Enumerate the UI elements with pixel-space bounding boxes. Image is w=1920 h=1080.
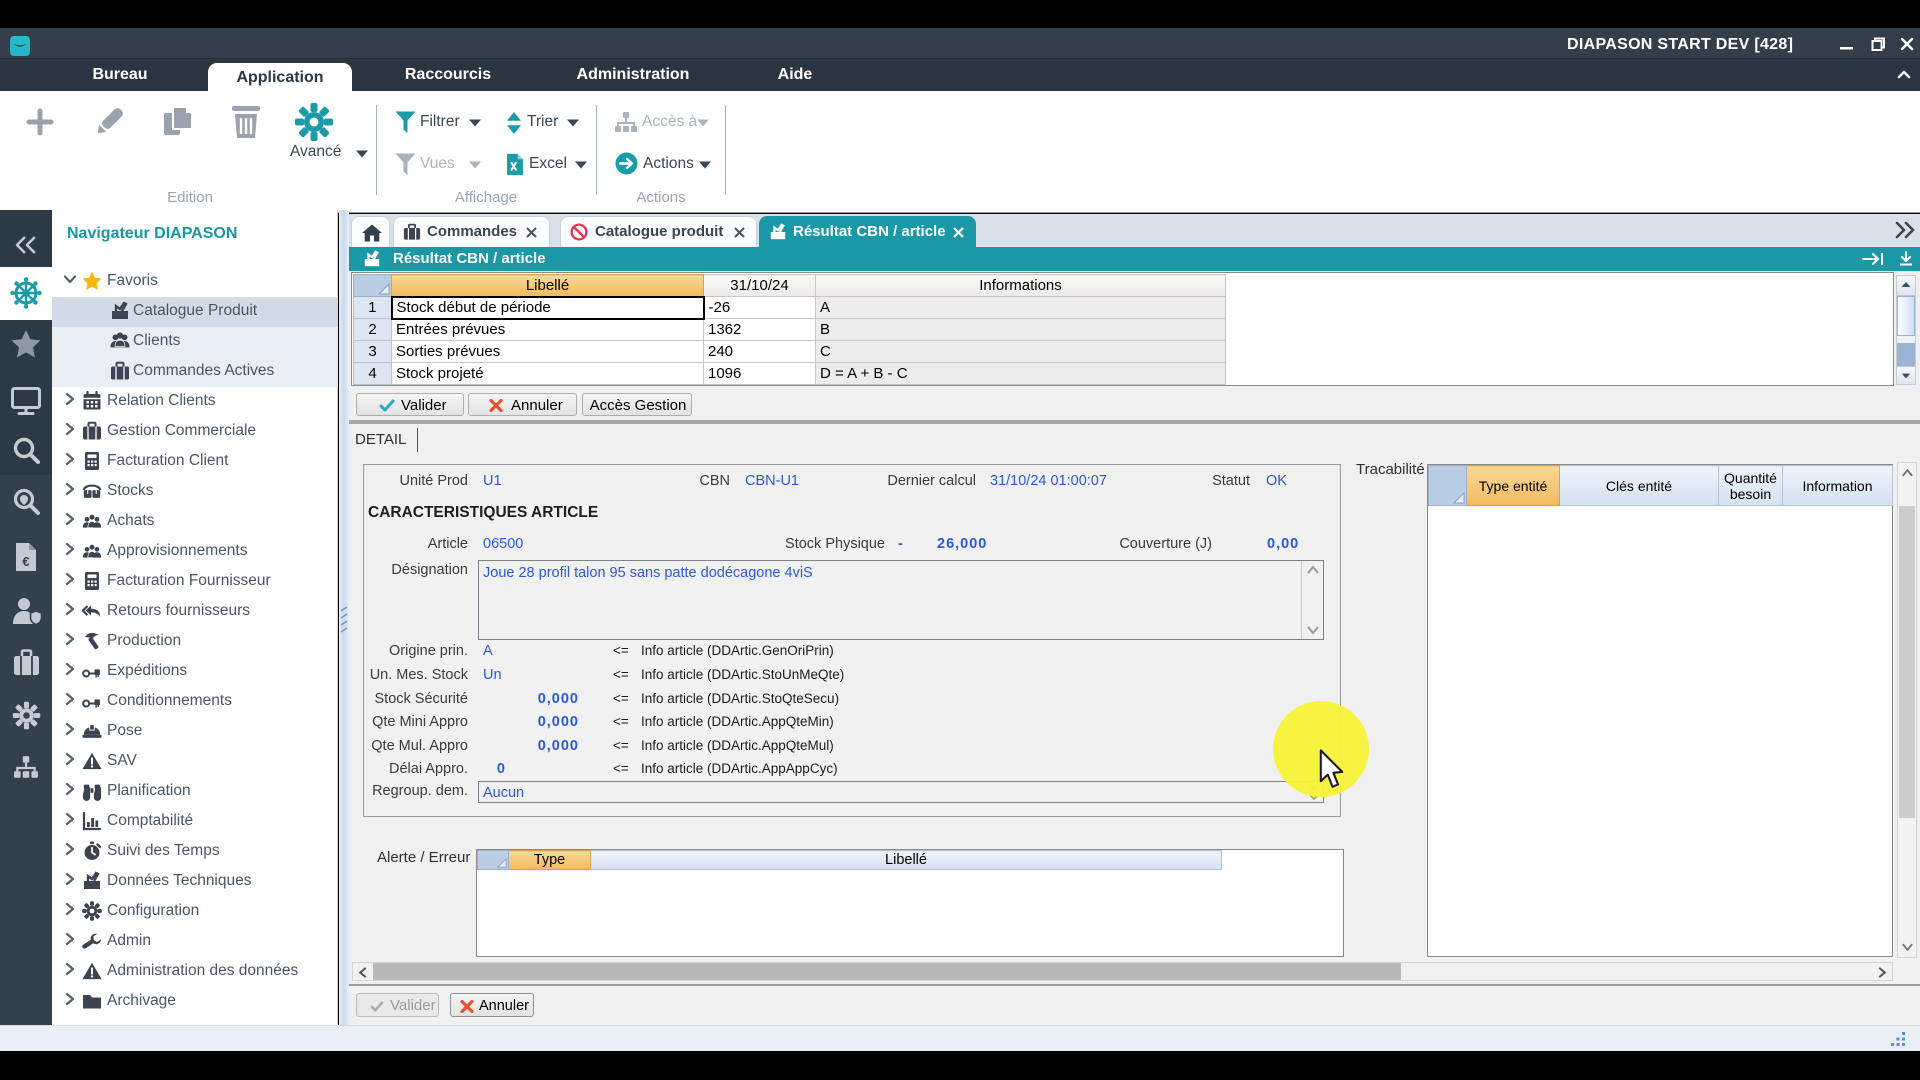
- svg-text:€: €: [22, 554, 29, 569]
